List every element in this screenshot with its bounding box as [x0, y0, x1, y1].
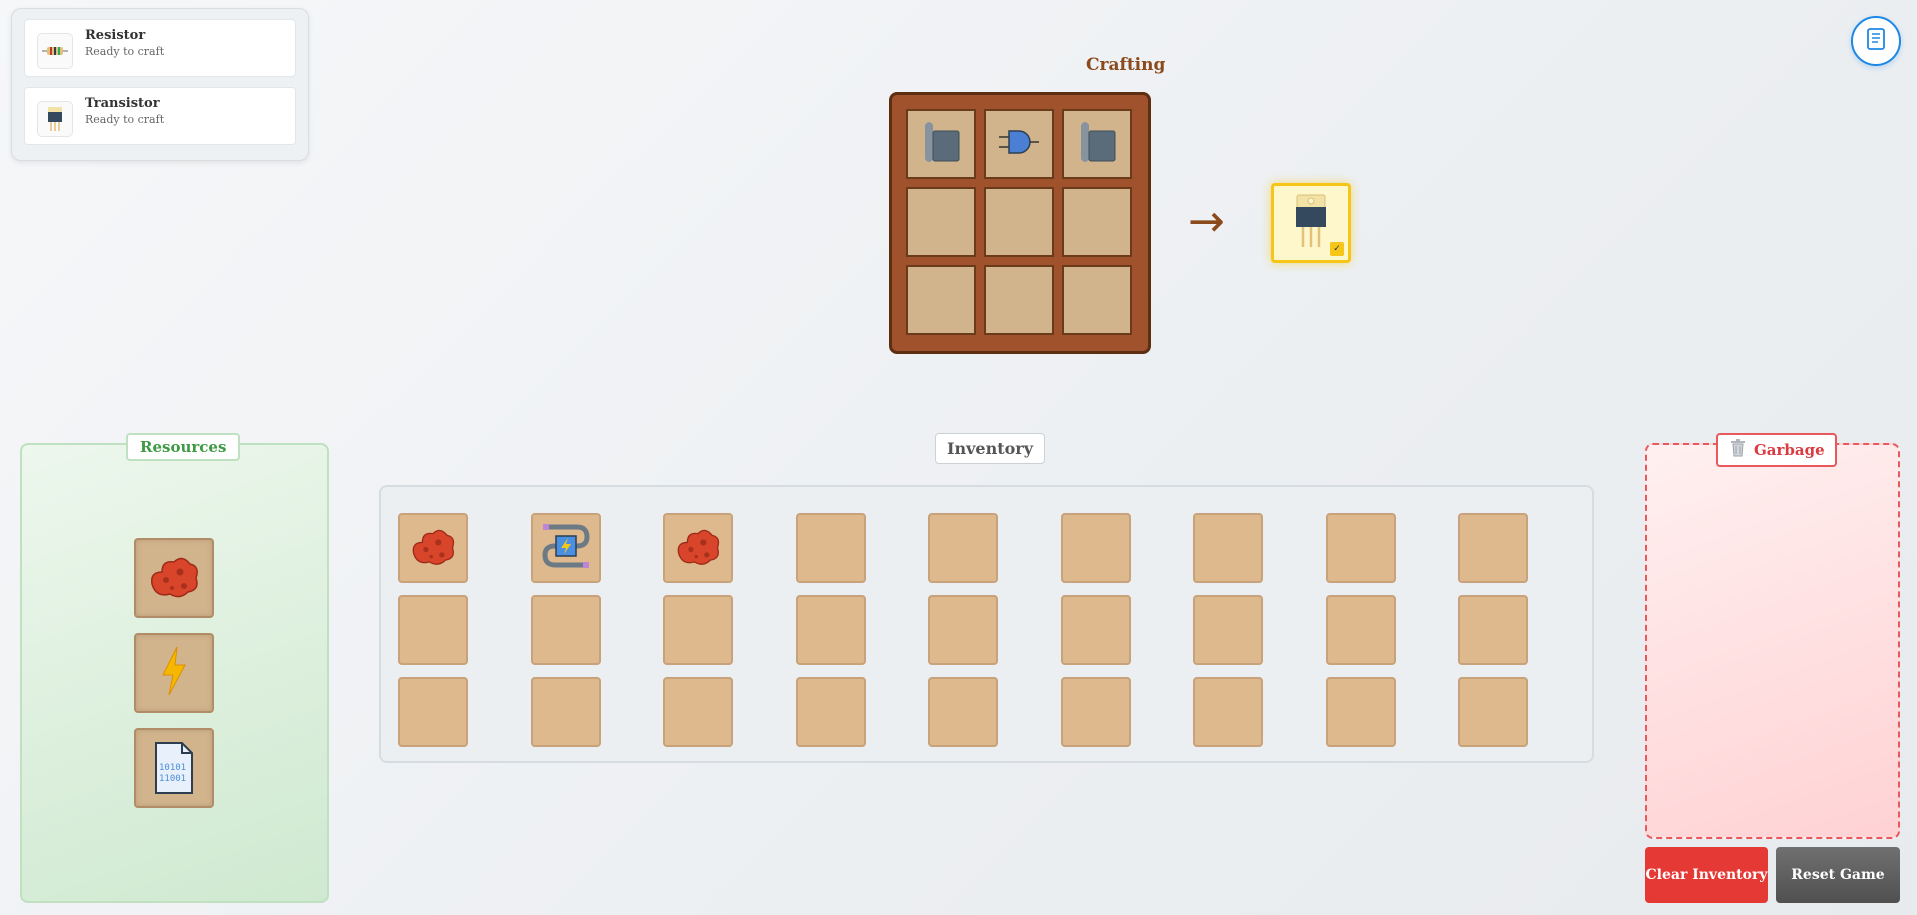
inventory-slot[interactable] [1326, 595, 1396, 665]
garbage-label-text: Garbage [1754, 441, 1825, 459]
recipe-book-button[interactable] [1851, 16, 1901, 66]
inventory-slot[interactable] [398, 595, 468, 665]
inventory-slot[interactable] [1326, 677, 1396, 747]
copper-ore-icon [673, 523, 723, 573]
resource-electricity[interactable] [134, 633, 214, 713]
inventory-slot[interactable] [796, 677, 866, 747]
inventory-slot[interactable] [796, 513, 866, 583]
inventory-slot[interactable] [663, 513, 733, 583]
copper-ore-icon [146, 550, 202, 606]
reset-game-button[interactable]: Reset Game [1776, 847, 1900, 903]
inventory-slot[interactable] [531, 677, 601, 747]
inventory-slot[interactable] [1193, 513, 1263, 583]
craft-slot-3[interactable] [1062, 109, 1132, 179]
inventory-slot[interactable] [1061, 595, 1131, 665]
inventory-slot[interactable] [531, 595, 601, 665]
recipe-resistor[interactable]: Resistor Ready to craft [24, 19, 296, 77]
resistor-icon [37, 33, 73, 69]
resource-copper-ore[interactable] [134, 538, 214, 618]
recipe-status: Ready to craft [85, 113, 165, 126]
inventory-slot[interactable] [1326, 513, 1396, 583]
transistor-icon [37, 101, 73, 137]
inventory-slot[interactable] [928, 677, 998, 747]
inventory-slot[interactable] [1061, 513, 1131, 583]
craft-slot-5[interactable] [984, 187, 1054, 257]
file-binary-line-2: 11001 [159, 774, 187, 784]
inventory-slot[interactable] [796, 595, 866, 665]
transistor-icon [1293, 193, 1329, 253]
recipe-name: Transistor [85, 96, 160, 111]
craft-slot-9[interactable] [1062, 265, 1132, 335]
inventory-slot[interactable] [1458, 595, 1528, 665]
recipe-transistor[interactable]: Transistor Ready to craft [24, 87, 296, 145]
inventory-slot[interactable] [1458, 677, 1528, 747]
inventory-slot[interactable] [928, 513, 998, 583]
craft-slot-6[interactable] [1062, 187, 1132, 257]
craft-slot-4[interactable] [906, 187, 976, 257]
wafer-icon [919, 119, 963, 169]
craft-arrow: → [1188, 196, 1225, 247]
ready-badge: ✓ [1330, 242, 1344, 256]
wafer-icon [1075, 119, 1119, 169]
crafting-grid [889, 92, 1151, 354]
book-icon [1866, 28, 1886, 54]
file-binary-line-1: 10101 [159, 763, 187, 773]
craft-slot-2[interactable] [984, 109, 1054, 179]
craft-output-slot[interactable]: ✓ [1271, 183, 1351, 263]
binary-file-icon: 10101 11001 [152, 741, 196, 795]
inventory-label: Inventory [935, 433, 1046, 464]
craft-slot-7[interactable] [906, 265, 976, 335]
trash-icon [1730, 439, 1746, 461]
inventory-slot[interactable] [1061, 677, 1131, 747]
inventory-slot[interactable] [1193, 595, 1263, 665]
craft-slot-8[interactable] [984, 265, 1054, 335]
recipe-list: Resistor Ready to craft Transistor Ready… [11, 8, 309, 161]
garbage-dropzone[interactable] [1645, 443, 1900, 839]
inventory-slot[interactable] [531, 513, 601, 583]
copper-ore-icon [408, 523, 458, 573]
inventory-slot[interactable] [398, 677, 468, 747]
recipe-name: Resistor [85, 28, 146, 43]
resource-binary-file[interactable]: 10101 11001 [134, 728, 214, 808]
garbage-label: Garbage [1716, 433, 1837, 467]
clear-inventory-button[interactable]: Clear Inventory [1645, 847, 1768, 903]
lightning-icon [157, 645, 191, 701]
recipe-status: Ready to craft [85, 45, 165, 58]
craft-slot-1[interactable] [906, 109, 976, 179]
inventory-slot[interactable] [928, 595, 998, 665]
inventory-slot[interactable] [1193, 677, 1263, 747]
resources-label: Resources [126, 433, 241, 461]
inventory-slot[interactable] [1458, 513, 1528, 583]
power-wire-icon [539, 519, 593, 577]
crafting-title: Crafting [1086, 55, 1166, 75]
inventory-slot[interactable] [398, 513, 468, 583]
inventory-slot[interactable] [663, 677, 733, 747]
inventory-slot[interactable] [663, 595, 733, 665]
and-gate-icon [997, 127, 1041, 161]
